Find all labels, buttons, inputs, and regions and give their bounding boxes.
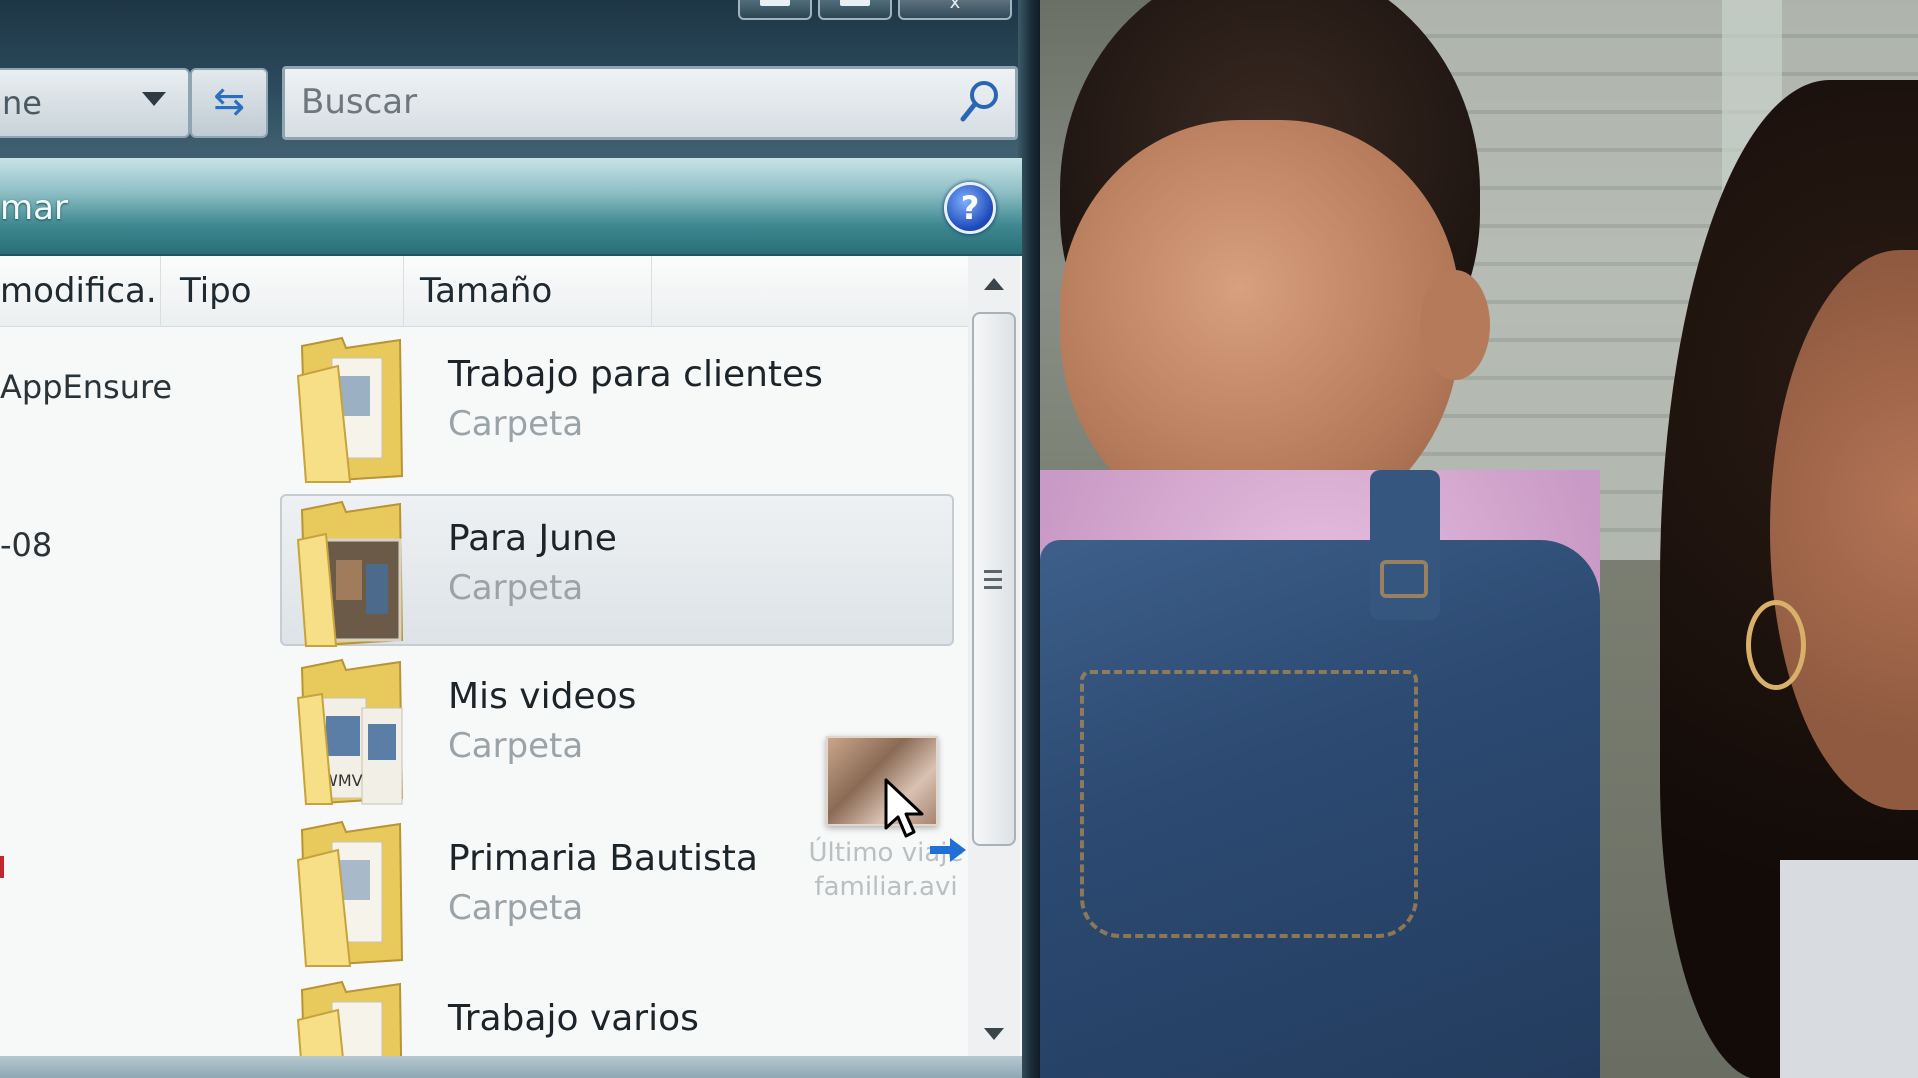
- chevron-down-icon[interactable]: [142, 92, 166, 106]
- help-icon[interactable]: ?: [944, 182, 996, 234]
- explorer-window: x ne ⇆ mar ? modifica... Tipo Tamaño App…: [0, 0, 1040, 1078]
- row-marker: [0, 856, 4, 878]
- column-header-modified[interactable]: modifica...: [0, 256, 161, 326]
- mouse-cursor-icon: [884, 778, 924, 838]
- column-header-row: modifica... Tipo Tamaño: [0, 256, 968, 327]
- maximize-button[interactable]: [818, 0, 892, 20]
- column-header-empty: [654, 256, 968, 326]
- file-list-panel: modifica... Tipo Tamaño AppEnsure -08 Tr…: [0, 256, 1022, 1056]
- folder-type: Carpeta: [448, 404, 584, 444]
- folder-name: Mis videos: [448, 676, 637, 717]
- folder-item-trabajo-clientes[interactable]: Trabajo para clientes Carpeta: [282, 332, 954, 484]
- scroll-thumb[interactable]: [972, 312, 1016, 846]
- toolbar-organize-button[interactable]: mar: [0, 188, 68, 228]
- folder-type: Carpeta: [448, 568, 584, 608]
- folder-icon: [296, 980, 403, 1056]
- minimize-button[interactable]: [738, 0, 812, 20]
- folder-icon: WMV: [296, 658, 404, 806]
- close-icon: x: [949, 0, 961, 13]
- folder-item-para-june[interactable]: Para June Carpeta: [280, 494, 954, 648]
- row-value-owner: AppEnsure: [0, 368, 173, 406]
- minimize-icon: [760, 0, 790, 6]
- search-icon[interactable]: [957, 77, 1003, 127]
- photo-girl-ear: [1420, 270, 1490, 380]
- vertical-scrollbar[interactable]: [968, 256, 1020, 1056]
- address-bar[interactable]: ne: [0, 68, 190, 138]
- refresh-button[interactable]: ⇆: [190, 68, 268, 138]
- folder-icon: [296, 820, 404, 968]
- maximize-icon: [840, 0, 870, 6]
- address-text: ne: [2, 84, 42, 122]
- folder-name: Para June: [448, 518, 617, 559]
- folder-name: Trabajo para clientes: [448, 354, 823, 395]
- scroll-up-icon[interactable]: [984, 278, 1004, 290]
- move-arrow-icon: [930, 838, 966, 862]
- folder-type: Carpeta: [448, 726, 584, 766]
- drag-caption-line2: familiar.avi: [814, 872, 958, 902]
- window-bottom-band: [0, 1056, 1022, 1078]
- row-value-date: -08: [0, 526, 53, 564]
- toolbar: mar: [0, 158, 1022, 256]
- folder-type: Carpeta: [448, 888, 584, 928]
- refresh-icon: ⇆: [213, 79, 245, 123]
- folder-name: Primaria Bautista: [448, 838, 758, 879]
- scroll-down-icon[interactable]: [984, 1028, 1004, 1040]
- search-input[interactable]: [299, 77, 923, 127]
- background-photo: [1040, 0, 1918, 1078]
- search-box[interactable]: [282, 66, 1018, 140]
- photo-girl-pocket: [1080, 670, 1418, 938]
- folder-item-trabajo-varios[interactable]: Trabajo varios: [282, 976, 954, 1056]
- photo-girl-buckle: [1380, 560, 1428, 598]
- photo-woman-earring: [1746, 600, 1806, 690]
- grip-icon: [984, 570, 1002, 594]
- column-header-size[interactable]: Tamaño: [406, 256, 652, 326]
- photo-woman-shirt: [1780, 860, 1918, 1078]
- close-button[interactable]: x: [898, 0, 1012, 20]
- folder-icon: [296, 500, 404, 648]
- folder-name: Trabajo varios: [448, 998, 699, 1039]
- column-header-type[interactable]: Tipo: [162, 256, 404, 326]
- folder-icon: [296, 336, 404, 484]
